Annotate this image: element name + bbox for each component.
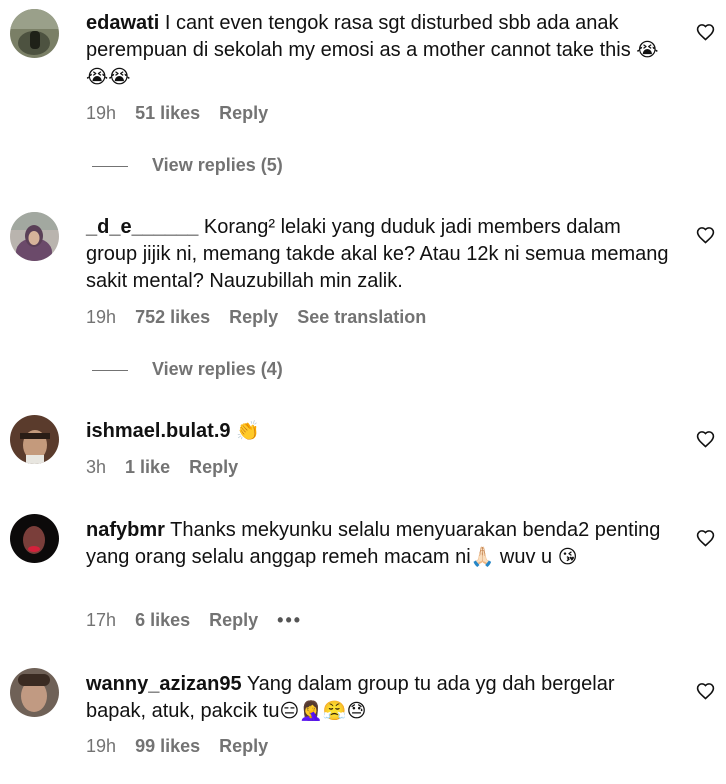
comment-body: edawati I cant even tengok rasa sgt dist… — [86, 10, 676, 91]
comment-text-tail: wuv u — [494, 546, 553, 568]
divider-line — [92, 369, 128, 371]
more-options-icon[interactable]: ••• — [277, 610, 302, 630]
username[interactable]: _d_e______ — [86, 216, 198, 238]
timestamp[interactable]: 3h — [86, 457, 106, 477]
username[interactable]: wanny_azizan95 — [86, 673, 242, 695]
avatar[interactable] — [10, 415, 59, 464]
heart-outline-icon[interactable] — [696, 226, 715, 244]
comment-meta: 3h 1 like Reply — [86, 457, 252, 478]
avatar[interactable] — [10, 212, 59, 261]
username[interactable]: ishmael.bulat.9 — [86, 420, 231, 442]
folded-hands-emoji: 🙏🏻 — [470, 546, 495, 568]
timestamp[interactable]: 19h — [86, 736, 116, 756]
view-replies-button[interactable]: View replies (4) — [92, 359, 283, 380]
view-replies-label: View replies (5) — [152, 155, 283, 175]
clapping-hands-emoji: 👏 — [236, 420, 260, 442]
comment-body: wanny_azizan95 Yang dalam group tu ada y… — [86, 671, 676, 725]
comment-body: _d_e______ Korang² lelaki yang duduk jad… — [86, 214, 676, 295]
likes-count[interactable]: 6 likes — [135, 610, 190, 630]
heart-outline-icon[interactable] — [696, 529, 715, 547]
heart-outline-icon[interactable] — [696, 23, 715, 41]
timestamp[interactable]: 19h — [86, 103, 116, 123]
face-blowing-kiss-emoji: 😘 — [557, 546, 578, 568]
comment-meta: 19h 51 likes Reply — [86, 103, 282, 124]
reply-button[interactable]: Reply — [229, 307, 278, 327]
timestamp[interactable]: 17h — [86, 610, 116, 630]
likes-count[interactable]: 752 likes — [135, 307, 210, 327]
reply-button[interactable]: Reply — [189, 457, 238, 477]
comment-body: nafybmr Thanks mekyunku selalu menyuarak… — [86, 517, 676, 571]
divider-line — [92, 165, 128, 167]
comment-text: I cant even tengok rasa sgt disturbed sb… — [86, 12, 631, 61]
likes-count[interactable]: 51 likes — [135, 103, 200, 123]
likes-count[interactable]: 1 like — [125, 457, 170, 477]
heart-outline-icon[interactable] — [696, 682, 715, 700]
likes-count[interactable]: 99 likes — [135, 736, 200, 756]
see-translation-button[interactable]: See translation — [297, 307, 426, 327]
reply-button[interactable]: Reply — [209, 610, 258, 630]
comment-meta: 17h 6 likes Reply ••• — [86, 610, 316, 631]
view-replies-label: View replies (4) — [152, 359, 283, 379]
heart-outline-icon[interactable] — [696, 430, 715, 448]
reaction-emojis: 😑🤦‍♀️😤😓 — [279, 700, 367, 722]
reply-button[interactable]: Reply — [219, 736, 268, 756]
avatar[interactable] — [10, 514, 59, 563]
username[interactable]: edawati — [86, 12, 159, 34]
comment-body: ishmael.bulat.9 👏 — [86, 418, 676, 445]
username[interactable]: nafybmr — [86, 519, 165, 541]
timestamp[interactable]: 19h — [86, 307, 116, 327]
comment-meta: 19h 752 likes Reply See translation — [86, 307, 440, 328]
comment-meta: 19h 99 likes Reply — [86, 736, 282, 757]
avatar[interactable] — [10, 668, 59, 717]
reply-button[interactable]: Reply — [219, 103, 268, 123]
avatar[interactable] — [10, 9, 59, 58]
view-replies-button[interactable]: View replies (5) — [92, 155, 283, 176]
